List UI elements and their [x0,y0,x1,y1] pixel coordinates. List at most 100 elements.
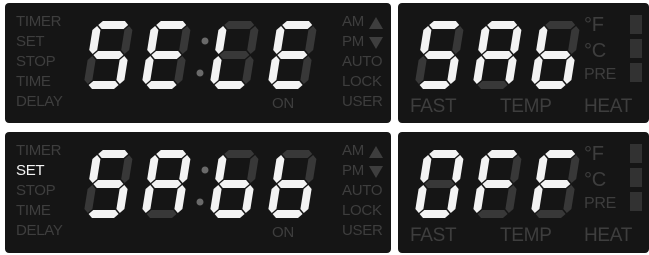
am-indicator: AM [342,13,364,30]
temp-indicator: TEMP [500,225,552,246]
segment-f [89,26,101,54]
segment-b [452,26,464,54]
temp-indicator: TEMP [500,96,552,117]
segment-a [429,150,460,158]
user-indicator: USER [342,93,383,110]
segment-e [415,56,427,84]
delay-indicator: DELAY [16,93,63,110]
segment-e [210,56,222,84]
time-indicator: TIME [16,73,51,90]
fast-indicator: FAST [410,225,457,246]
fahrenheit-indicator: °F [584,143,604,165]
segment-d [146,210,177,218]
colon-dot [201,166,209,174]
segment-b [247,155,259,183]
segment-f [478,155,490,183]
stop-indicator: STOP [16,182,56,199]
colon-dot [201,37,209,45]
segment-g [424,51,455,59]
segment-d [88,210,119,218]
segment-d [214,81,245,89]
digit-display [415,150,580,218]
user-indicator: USER [342,222,383,239]
segment-c [563,56,575,84]
segment-g [219,51,250,59]
auto-indicator: AUTO [342,182,383,199]
segment-f [536,26,548,54]
segment-e [84,56,96,84]
segment-g [277,180,308,188]
segment-b [121,26,133,54]
segment-f [273,26,285,54]
pm-indicator: PM [342,162,364,179]
segment-a [487,21,518,29]
segment-a [545,21,576,29]
segment-f [147,26,159,54]
colon-dot [196,69,204,77]
bar-segment [630,15,642,34]
fast-indicator: FAST [410,96,457,117]
segment-g [482,180,513,188]
segment-c [174,56,186,84]
segment-e [473,185,485,213]
segment-b [179,26,191,54]
segment-e [268,185,280,213]
segment-g [219,180,250,188]
segment-f [89,155,101,183]
up-arrow-icon [369,17,383,29]
bar-segment [630,39,642,58]
segment-d [272,81,303,89]
segment-c [174,185,186,213]
segment-f [536,155,548,183]
down-arrow-icon [369,166,383,178]
segment-g [540,180,571,188]
segment-e [415,185,427,213]
segment-c [116,56,128,84]
am-indicator: AM [342,142,364,159]
segment-d [535,81,566,89]
segment-a [98,150,129,158]
segment-f [147,155,159,183]
heat-indicator: HEAT [584,96,633,117]
segment-a [487,150,518,158]
segment-g [151,180,182,188]
temp-display-1: °F °C PRE FAST TEMP HEAT [398,3,649,123]
segment-g [93,51,124,59]
segment-g [424,180,455,188]
segment-e [142,185,154,213]
bar-segment [630,192,642,211]
segment-g [93,180,124,188]
segment-d [419,210,450,218]
segment-c [300,185,312,213]
segment-e [142,56,154,84]
auto-indicator: AUTO [342,53,383,70]
segment-c [300,56,312,84]
segment-g [482,51,513,59]
segment-d [477,81,508,89]
segment-f [215,26,227,54]
segment-b [510,155,522,183]
set-indicator: SET [16,162,45,179]
segment-a [282,150,313,158]
segment-f [420,26,432,54]
segment-c [242,185,254,213]
segment-e [84,185,96,213]
segment-b [179,155,191,183]
segment-b [510,26,522,54]
segment-c [242,56,254,84]
segment-c [116,185,128,213]
heat-indicator: HEAT [584,225,633,246]
main-display-2: TIMER SET STOP TIME DELAY AM PM AUTO LOC… [5,132,391,253]
segment-d [88,81,119,89]
stop-indicator: STOP [16,53,56,70]
segment-a [156,21,187,29]
main-display-1: TIMER SET STOP TIME DELAY AM PM AUTO LOC… [5,3,391,123]
segment-g [540,51,571,59]
segment-d [146,81,177,89]
segment-a [282,21,313,29]
delay-indicator: DELAY [16,222,63,239]
segment-a [224,150,255,158]
time-indicator: TIME [16,202,51,219]
segment-e [268,56,280,84]
colon-dot [196,198,204,206]
